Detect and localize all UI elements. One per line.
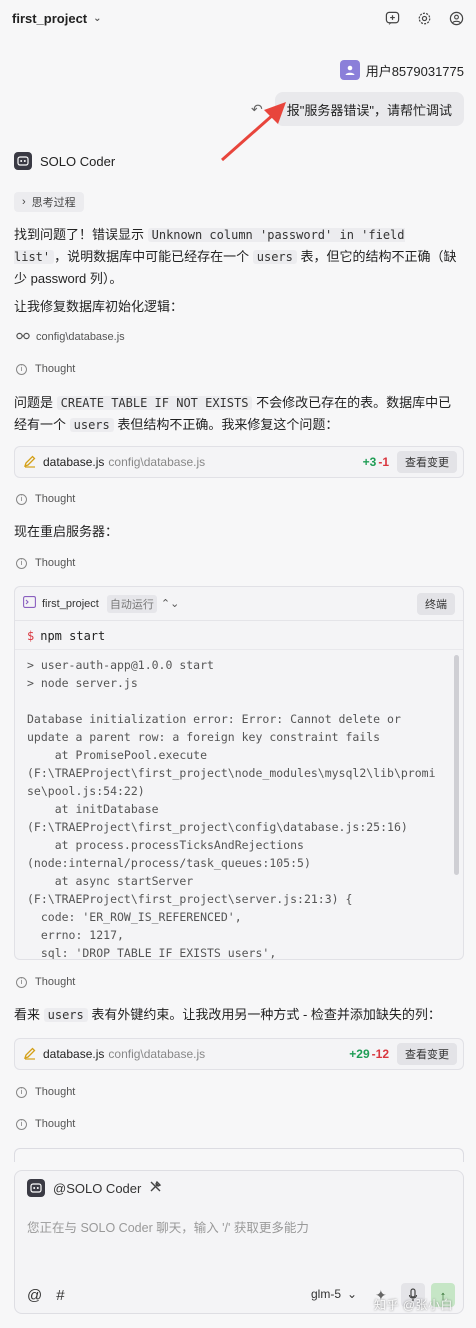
thought-label: Thought	[35, 976, 76, 988]
mention-label: @SOLO Coder	[53, 1180, 142, 1196]
chat-input-field[interactable]: 您正在与 SOLO Coder 聊天，输入 '/' 获取更多能力	[27, 1217, 309, 1236]
deletions-count: -1	[378, 455, 389, 469]
agent-header: SOLO Coder	[14, 152, 115, 170]
additions-count: +29	[349, 1047, 370, 1061]
annotation-arrow-icon	[221, 102, 286, 162]
text-span: 找到问题了！错误显示	[14, 227, 148, 242]
auto-run-label[interactable]: 自动运行	[106, 594, 157, 613]
inline-code: users	[252, 250, 297, 264]
terminal-scrollbar[interactable]	[454, 655, 459, 875]
thought-label: Thought	[35, 493, 76, 505]
thought-row[interactable]: i Thought	[16, 363, 75, 375]
info-icon: i	[16, 363, 27, 375]
chat-input-box: @SOLO Coder 您正在与 SOLO Coder 聊天，输入 '/' 获取…	[14, 1170, 464, 1314]
terminal-command: $ npm start	[15, 621, 463, 650]
terminal-panel: first_project 自动运行 ⌃⌄ 终端 $ npm start > us…	[14, 586, 464, 960]
tools-icon[interactable]	[149, 1180, 162, 1196]
mention-chip[interactable]: @SOLO Coder	[27, 1179, 162, 1197]
change-file-path: config\database.js	[108, 455, 206, 469]
thought-row[interactable]: i Thought	[16, 976, 75, 988]
collapse-icon[interactable]: ⌃⌄	[161, 597, 179, 610]
terminal-icon	[23, 596, 36, 611]
text-span: 看来	[14, 1007, 44, 1022]
file-view-ref[interactable]: config\database.js	[16, 331, 125, 343]
account-icon[interactable]	[448, 10, 464, 26]
inline-code: users	[69, 418, 114, 432]
thought-row[interactable]: i Thought	[16, 557, 75, 569]
text-span: 问题是	[14, 395, 57, 410]
deletions-count: -12	[371, 1047, 389, 1061]
change-card-1: database.js config\database.js +3 -1 查看变…	[14, 446, 464, 478]
thought-label: Thought	[35, 1086, 76, 1098]
thought-label: Thought	[35, 557, 76, 569]
info-icon: i	[16, 1118, 27, 1130]
project-name: first_project	[12, 10, 88, 26]
change-file-name[interactable]: database.js	[43, 455, 104, 469]
chevron-down-icon: ⌄	[93, 12, 102, 24]
thinking-label: 思考过程	[31, 197, 76, 209]
thinking-toggle[interactable]: › 思考过程	[14, 192, 84, 212]
terminal-button[interactable]: 终端	[417, 592, 455, 615]
watermark: 知乎 @张小白	[374, 1298, 454, 1312]
info-icon: i	[16, 493, 27, 505]
change-file-name[interactable]: database.js	[43, 1047, 104, 1061]
file-view-path: config\database.js	[36, 331, 125, 343]
avatar	[339, 60, 360, 80]
chevron-right-icon: ›	[22, 196, 26, 208]
glasses-icon	[16, 331, 30, 343]
robot-icon	[27, 1179, 45, 1197]
user-message-bubble: 报"服务器错误"，请帮忙调试	[274, 92, 464, 126]
hash-context-button[interactable]: #	[56, 1287, 64, 1304]
project-selector[interactable]: first_project ⌄	[12, 11, 102, 26]
change-card-2: database.js config\database.js +29 -12 查…	[14, 1038, 464, 1070]
info-icon: i	[16, 976, 27, 988]
additions-count: +3	[362, 455, 377, 469]
change-file-path: config\database.js	[108, 1047, 206, 1061]
inline-code: users	[43, 1008, 88, 1022]
info-icon: i	[16, 1086, 27, 1098]
paragraph-3: 问题是 CREATE TABLE IF NOT EXISTS 不会修改已存在的表…	[14, 392, 464, 436]
edit-icon	[23, 1046, 37, 1063]
info-icon: i	[16, 557, 27, 569]
top-bar: first_project ⌄	[0, 0, 476, 36]
model-name: glm-5	[311, 1287, 342, 1301]
paragraph-4: 现在重启服务器：	[14, 524, 119, 539]
command-text: npm start	[40, 629, 106, 643]
thought-label: Thought	[35, 1118, 76, 1130]
edit-icon	[23, 454, 37, 471]
settings-icon[interactable]	[416, 10, 432, 26]
thought-row[interactable]: i Thought	[16, 493, 75, 505]
next-card-edge	[14, 1148, 464, 1162]
mention-at-button[interactable]: @	[27, 1287, 42, 1304]
terminal-header: first_project 自动运行 ⌃⌄ 终端	[15, 587, 463, 621]
thought-row[interactable]: i Thought	[16, 1086, 75, 1098]
prompt-symbol: $	[27, 629, 35, 643]
text-span: 表但结构不正确。我来修复这个问题：	[113, 417, 339, 432]
agent-name: SOLO Coder	[40, 153, 116, 169]
view-changes-button[interactable]: 查看变更	[397, 1043, 457, 1065]
add-chat-icon[interactable]	[384, 10, 400, 26]
view-changes-button[interactable]: 查看变更	[397, 451, 457, 473]
thought-row[interactable]: i Thought	[16, 1118, 75, 1130]
username: 用户8579031775	[365, 63, 464, 79]
paragraph-2: 让我修复数据库初始化逻辑：	[14, 299, 184, 314]
paragraph-5: 看来 users 表有外键约束。让我改用另一种方式 - 检查并添加缺失的列：	[14, 1004, 464, 1026]
robot-icon	[14, 152, 32, 170]
user-header: 用户8579031775	[339, 60, 464, 80]
terminal-title: first_project	[42, 597, 99, 610]
thought-label: Thought	[35, 363, 76, 375]
terminal-output: > user-auth-app@1.0.0 start > node serve…	[27, 658, 436, 960]
chevron-down-icon: ⌄	[347, 1287, 358, 1301]
text-span: ，说明数据库中可能已经存在一个	[54, 249, 253, 264]
paragraph-1: 找到问题了！错误显示 Unknown column 'password' in …	[14, 224, 464, 290]
inline-code: CREATE TABLE IF NOT EXISTS	[56, 396, 253, 410]
model-selector[interactable]: glm-5 ⌄	[311, 1287, 357, 1301]
text-span: 表有外键约束。让我改用另一种方式 - 检查并添加缺失的列：	[87, 1007, 441, 1022]
